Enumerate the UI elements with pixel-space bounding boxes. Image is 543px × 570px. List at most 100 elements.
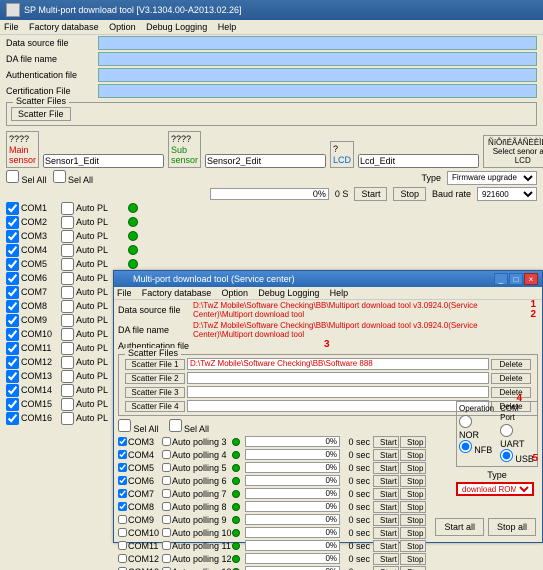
poll-com-check[interactable] [118, 463, 127, 472]
o-scatter-4-input[interactable] [187, 400, 489, 412]
poll-stop[interactable]: Stop [400, 488, 426, 500]
o-scatter-3-del[interactable]: Delete [491, 387, 531, 398]
auto-check[interactable] [61, 370, 74, 383]
menu-option[interactable]: Option [109, 22, 136, 32]
poll-com-check[interactable] [118, 502, 127, 511]
com-check[interactable] [6, 202, 19, 215]
com-check[interactable] [6, 370, 19, 383]
com-check[interactable] [6, 384, 19, 397]
o-scatter-1-input[interactable]: D:\TwZ Mobile\Software Checking\BB\Softw… [187, 358, 489, 370]
auto-check[interactable] [61, 216, 74, 229]
selall-2[interactable]: Sel All [53, 170, 94, 185]
menu-debug[interactable]: Debug Logging [146, 22, 207, 32]
auto-check[interactable] [61, 202, 74, 215]
o-menu-factory[interactable]: Factory database [142, 288, 212, 298]
o-scatter-1[interactable]: Scatter File 1 [125, 359, 185, 370]
o-scatter-3[interactable]: Scatter File 3 [125, 387, 185, 398]
poll-stop[interactable]: Stop [400, 566, 426, 570]
poll-stop[interactable]: Stop [400, 436, 426, 448]
poll-com-check[interactable] [118, 437, 127, 446]
da-file-input[interactable] [98, 52, 537, 66]
poll-auto-check[interactable] [162, 541, 171, 550]
stop-all-button[interactable]: Stop all [488, 518, 536, 536]
auto-check[interactable] [61, 412, 74, 425]
auto-check[interactable] [61, 384, 74, 397]
poll-auto-check[interactable] [162, 502, 171, 511]
o-scatter-4[interactable]: Scatter File 4 [125, 401, 185, 412]
poll-auto-check[interactable] [162, 515, 171, 524]
poll-start[interactable]: Start [373, 566, 399, 570]
main-start[interactable]: Start [354, 187, 387, 201]
poll-stop[interactable]: Stop [400, 462, 426, 474]
type-combo[interactable]: Firmware upgrade [447, 171, 537, 185]
menu-factory[interactable]: Factory database [29, 22, 99, 32]
o-scatter-1-del[interactable]: Delete [491, 359, 531, 370]
poll-stop[interactable]: Stop [400, 514, 426, 526]
poll-com-check[interactable] [118, 515, 127, 524]
poll-auto-check[interactable] [162, 489, 171, 498]
com-check[interactable] [6, 230, 19, 243]
com-check[interactable] [6, 258, 19, 271]
poll-start[interactable]: Start [373, 436, 399, 448]
com-check[interactable] [6, 244, 19, 257]
start-all-button[interactable]: Start all [435, 518, 484, 536]
poll-stop[interactable]: Stop [400, 449, 426, 461]
com-check[interactable] [6, 328, 19, 341]
port-usb[interactable]: USB [500, 449, 535, 464]
data-source-input[interactable] [98, 36, 537, 50]
o-menu-help[interactable]: Help [330, 288, 349, 298]
auto-check[interactable] [61, 286, 74, 299]
com-check[interactable] [6, 342, 19, 355]
op-nfb[interactable]: NFB [459, 440, 494, 455]
o-scatter-2-input[interactable] [187, 372, 489, 384]
com-check[interactable] [6, 272, 19, 285]
poll-com-check[interactable] [118, 541, 127, 550]
o-selall-1[interactable]: Sel All [118, 419, 159, 434]
poll-auto-check[interactable] [162, 528, 171, 537]
sensor2-input[interactable] [205, 154, 326, 168]
auto-check[interactable] [61, 398, 74, 411]
auth-file-input[interactable] [98, 68, 537, 82]
o-scatter-2-del[interactable]: Delete [491, 373, 531, 384]
port-uart[interactable]: UART [500, 424, 535, 449]
op-nor[interactable]: NOR [459, 415, 494, 440]
auto-check[interactable] [61, 258, 74, 271]
poll-auto-check[interactable] [162, 450, 171, 459]
poll-auto-check[interactable] [162, 476, 171, 485]
o-menu-debug[interactable]: Debug Logging [258, 288, 319, 298]
poll-start[interactable]: Start [373, 540, 399, 552]
o-menu-file[interactable]: File [117, 288, 132, 298]
com-check[interactable] [6, 412, 19, 425]
selall-1[interactable]: Sel All [6, 170, 47, 185]
com-check[interactable] [6, 356, 19, 369]
poll-stop[interactable]: Stop [400, 540, 426, 552]
auto-check[interactable] [61, 272, 74, 285]
com-check[interactable] [6, 398, 19, 411]
auto-check[interactable] [61, 342, 74, 355]
auto-check[interactable] [61, 314, 74, 327]
menu-file[interactable]: File [4, 22, 19, 32]
poll-start[interactable]: Start [373, 449, 399, 461]
main-stop[interactable]: Stop [393, 187, 426, 201]
close-button[interactable]: × [524, 273, 538, 285]
auto-check[interactable] [61, 328, 74, 341]
baud-combo[interactable]: 921600 [477, 187, 537, 201]
o-type-combo[interactable]: download ROM [456, 482, 534, 496]
o-selall-2[interactable]: Sel All [169, 419, 210, 434]
sensor1-input[interactable] [43, 154, 164, 168]
auto-check[interactable] [61, 244, 74, 257]
o-menu-option[interactable]: Option [222, 288, 249, 298]
o-scatter-2[interactable]: Scatter File 2 [125, 373, 185, 384]
poll-start[interactable]: Start [373, 475, 399, 487]
poll-start[interactable]: Start [373, 501, 399, 513]
com-check[interactable] [6, 286, 19, 299]
poll-start[interactable]: Start [373, 527, 399, 539]
poll-stop[interactable]: Stop [400, 527, 426, 539]
poll-com-check[interactable] [118, 489, 127, 498]
poll-com-check[interactable] [118, 554, 127, 563]
select-sensor-button[interactable]: ÑíÔñÉÃÁÑÈÈÌLCD Select senor and LCD [483, 135, 543, 168]
poll-com-check[interactable] [118, 476, 127, 485]
auto-check[interactable] [61, 356, 74, 369]
com-check[interactable] [6, 216, 19, 229]
poll-stop[interactable]: Stop [400, 501, 426, 513]
